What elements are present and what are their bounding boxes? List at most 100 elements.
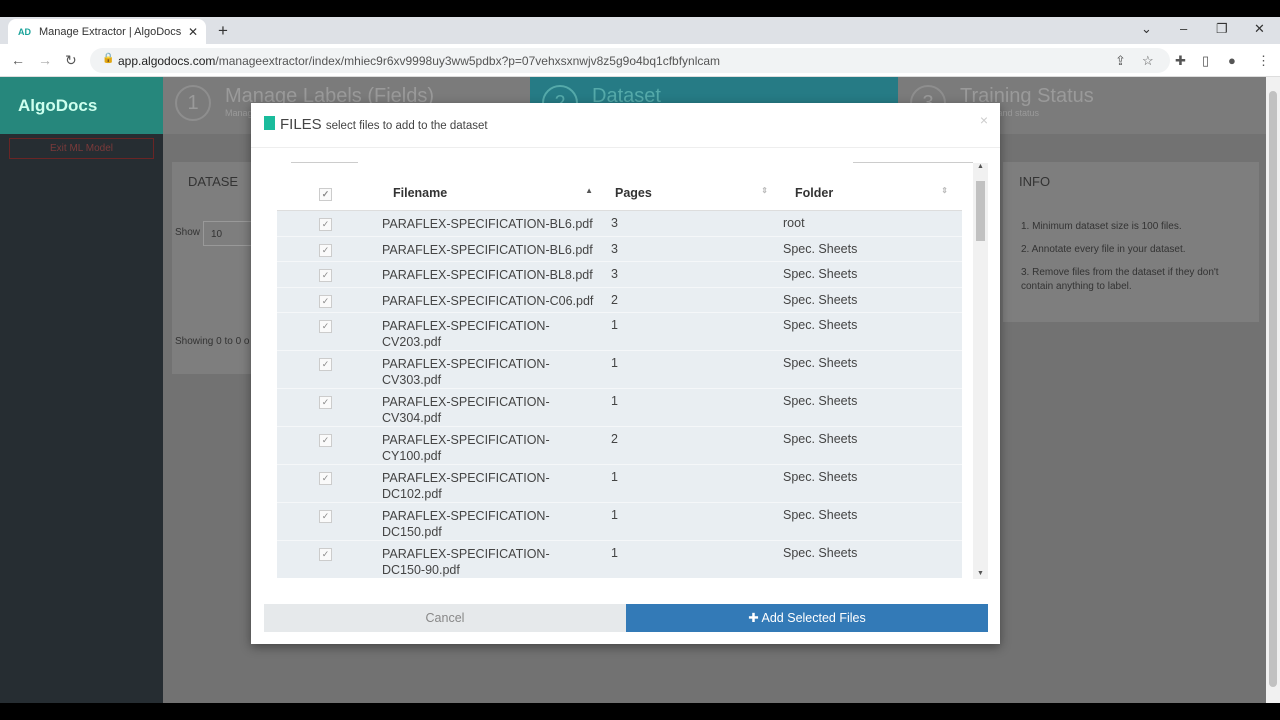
table-row[interactable]: ✓ PARAFLEX-SPECIFICATION-CV303.pdf 1 Spe…: [277, 351, 962, 390]
table-header: ✓ Filename ▲ Pages ⇕ Folder ⇕: [277, 176, 962, 211]
filename-cell: PARAFLEX-SPECIFICATION-BL6.pdf: [382, 217, 593, 231]
row-checkbox[interactable]: ✓: [319, 320, 332, 334]
info-title: INFO: [1019, 174, 1051, 189]
add-label: Add Selected Files: [761, 611, 866, 625]
new-tab-icon[interactable]: +: [218, 21, 228, 41]
back-icon[interactable]: ←: [11, 52, 25, 68]
folder-cell: Spec. Sheets: [783, 470, 858, 485]
pages-cell: 1: [611, 470, 618, 485]
sort-folder[interactable]: Folder ⇕: [774, 186, 954, 200]
show-label: Show: [175, 227, 201, 238]
lock-icon: 🔒: [102, 53, 115, 64]
pages-cell: 1: [611, 394, 618, 409]
folder-cell: Spec. Sheets: [783, 546, 858, 561]
exit-ml-model-button[interactable]: Exit ML Model: [9, 138, 154, 159]
filename-cell: PARAFLEX-SPECIFICATION-CV303.pdf: [382, 357, 550, 388]
filename-cell: PARAFLEX-SPECIFICATION-BL6.pdf: [382, 242, 593, 257]
pages-cell: 1: [611, 356, 618, 371]
page-scrollbar[interactable]: [1266, 77, 1280, 703]
table-row[interactable]: ✓ PARAFLEX-SPECIFICATION-DC150.pdf 1 Spe…: [277, 503, 962, 542]
step-number: 1: [175, 85, 211, 121]
browser-tab[interactable]: AD Manage Extractor | AlgoDocs ✕: [8, 19, 206, 44]
table-row[interactable]: ✓ PARAFLEX-SPECIFICATION-CV203.pdf 1 Spe…: [277, 313, 962, 352]
pages-cell: 3: [611, 267, 618, 282]
row-checkbox[interactable]: ✓: [319, 472, 332, 486]
table-row[interactable]: ✓ PARAFLEX-SPECIFICATION-CV304.pdf 1 Spe…: [277, 389, 962, 428]
dataset-title: DATASE: [188, 174, 239, 189]
extensions-icon[interactable]: ✚: [1175, 53, 1186, 69]
info-item: 2. Annotate every file in your dataset.: [1021, 244, 1186, 255]
restore-icon[interactable]: ❐: [1216, 21, 1228, 37]
forward-icon[interactable]: →: [38, 52, 52, 68]
row-checkbox[interactable]: ✓: [319, 243, 332, 257]
algodocs-favicon-icon: AD: [18, 26, 31, 37]
row-checkbox[interactable]: ✓: [319, 396, 332, 410]
folder-cell: Spec. Sheets: [783, 508, 858, 523]
folder-cell: Spec. Sheets: [783, 432, 858, 447]
address-bar-row: ← → ↻ 🔒 app.algodocs.com/manageextractor/…: [0, 44, 1280, 77]
folder-cell: Spec. Sheets: [783, 241, 858, 256]
row-checkbox[interactable]: ✓: [319, 434, 332, 448]
table-row[interactable]: ✓ PARAFLEX-SPECIFICATION-DC102.pdf 1 Spe…: [277, 465, 962, 504]
table-row[interactable]: ✓ PARAFLEX-SPECIFICATION-BL6.pdf 3 root: [277, 211, 962, 237]
table-row[interactable]: ✓ PARAFLEX-SPECIFICATION-DC150-90.pdf 1 …: [277, 541, 962, 578]
folder-cell: Spec. Sheets: [783, 394, 858, 409]
filename-cell: PARAFLEX-SPECIFICATION-DC150-90.pdf: [382, 547, 550, 578]
folder-cell: Spec. Sheets: [783, 318, 858, 333]
minimize-icon[interactable]: –: [1180, 21, 1187, 36]
share-icon[interactable]: ⇪: [1115, 53, 1126, 69]
table-row[interactable]: ✓ PARAFLEX-SPECIFICATION-BL8.pdf 3 Spec.…: [277, 262, 962, 288]
filename-cell: PARAFLEX-SPECIFICATION-CV203.pdf: [382, 319, 550, 350]
table-row[interactable]: ✓ PARAFLEX-SPECIFICATION-BL6.pdf 3 Spec.…: [277, 236, 962, 263]
folder-cell: Spec. Sheets: [783, 356, 858, 371]
sort-filename[interactable]: Filename ▲: [372, 186, 599, 200]
info-item: 1. Minimum dataset size is 100 files.: [1021, 221, 1182, 232]
filename-cell: PARAFLEX-SPECIFICATION-DC150.pdf: [382, 509, 550, 540]
row-checkbox[interactable]: ✓: [319, 294, 332, 308]
menu-icon[interactable]: ⋮: [1257, 53, 1270, 69]
select-all-checkbox[interactable]: ✓: [319, 187, 332, 201]
sort-icon: ⇕: [941, 186, 948, 195]
pages-cell: 1: [611, 546, 618, 561]
brand-logo[interactable]: AlgoDocs: [0, 77, 163, 134]
side-panel-icon[interactable]: ▯: [1202, 53, 1209, 69]
browser-tab-bar: AD Manage Extractor | AlgoDocs ✕ + ⌄ – ❐ ✕: [0, 17, 1280, 44]
modal-title: FILES: [280, 116, 322, 133]
table-row[interactable]: ✓ PARAFLEX-SPECIFICATION-CY100.pdf 2 Spe…: [277, 427, 962, 466]
sidebar: AlgoDocs Exit ML Model: [0, 77, 163, 703]
column-folder: Folder: [795, 186, 834, 200]
url-field[interactable]: 🔒 app.algodocs.com/manageextractor/index/…: [90, 48, 1170, 73]
modal-subtitle: select files to add to the dataset: [325, 120, 488, 132]
tab-title: Manage Extractor | AlgoDocs: [39, 25, 182, 38]
bookmark-star-icon[interactable]: ☆: [1142, 53, 1154, 69]
profile-icon[interactable]: ●: [1228, 53, 1236, 68]
sort-icon: ⇕: [761, 186, 768, 195]
info-item: 3. Remove files from the dataset if they…: [1021, 267, 1219, 292]
cancel-button[interactable]: Cancel: [264, 604, 626, 632]
column-pages: Pages: [615, 186, 652, 200]
reload-icon[interactable]: ↻: [65, 52, 77, 69]
sort-pages[interactable]: Pages ⇕: [599, 186, 774, 200]
window-close-icon[interactable]: ✕: [1254, 21, 1265, 37]
close-icon[interactable]: ×: [980, 112, 988, 128]
close-tab-icon[interactable]: ✕: [188, 25, 198, 39]
row-checkbox[interactable]: ✓: [319, 548, 332, 562]
row-checkbox[interactable]: ✓: [319, 269, 332, 283]
sort-asc-icon: ▲: [585, 186, 593, 195]
plus-icon: ✚: [748, 611, 762, 625]
filename-cell: PARAFLEX-SPECIFICATION-CV304.pdf: [382, 395, 550, 426]
tab-search-icon[interactable]: ⌄: [1141, 21, 1152, 37]
add-selected-files-button[interactable]: ✚ Add Selected Files: [626, 604, 988, 632]
files-modal: FILES select files to add to the dataset…: [251, 103, 1000, 644]
modal-header: FILES select files to add to the dataset: [251, 103, 1000, 148]
folder-cell: Spec. Sheets: [783, 292, 858, 307]
files-table: ✓ Filename ▲ Pages ⇕ Folder ⇕ ✓ PARAFLEX-SP…: [277, 176, 962, 578]
info-panel: INFO 1. Minimum dataset size is 100 file…: [1003, 162, 1259, 322]
table-row[interactable]: ✓ PARAFLEX-SPECIFICATION-C06.pdf 2 Spec.…: [277, 287, 962, 314]
pages-cell: 2: [611, 292, 618, 307]
row-checkbox[interactable]: ✓: [319, 218, 332, 231]
table-scrollbar[interactable]: ▲ ▼: [973, 163, 988, 579]
row-checkbox[interactable]: ✓: [319, 510, 332, 524]
pages-cell: 3: [611, 216, 618, 230]
row-checkbox[interactable]: ✓: [319, 358, 332, 372]
